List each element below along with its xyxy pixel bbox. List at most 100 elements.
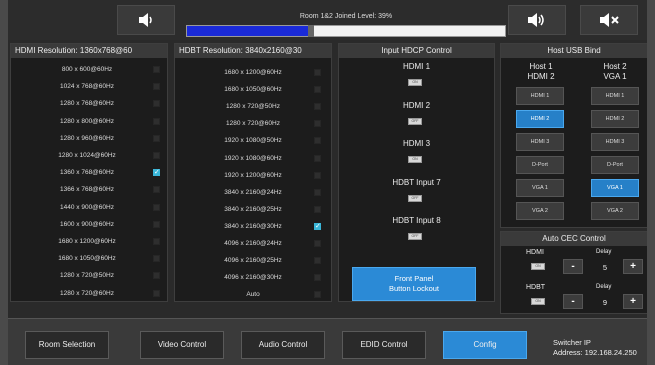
hdmi-resolution-row[interactable]: 1280 x 960@60Hz [11, 130, 167, 147]
hdbt-resolution-checkbox[interactable] [314, 222, 321, 230]
host2-bind-button[interactable]: VGA 2 [591, 202, 639, 220]
hdmi-resolution-row[interactable]: 1600 x 900@60Hz [11, 216, 167, 233]
switcher-ip-info: Switcher IP Address: 192.168.24.250 [553, 338, 637, 358]
hdmi-resolution-checkbox[interactable] [153, 289, 160, 297]
hdmi-resolution-checkbox[interactable] [153, 255, 160, 263]
hdmi-resolution-checkbox[interactable] [153, 134, 160, 142]
hdbt-resolution-checkbox[interactable] [314, 154, 321, 162]
hdbt-resolution-row[interactable]: 4096 x 2160@30Hz [175, 269, 331, 286]
hdmi-resolution-panel: HDMI Resolution: 1360x768@60 800 x 600@6… [10, 43, 168, 302]
hdmi-resolution-row[interactable]: 1280 x 1024@60Hz [11, 147, 167, 164]
host2-header: Host 2 VGA 1 [591, 62, 639, 82]
front-panel-lockout-button[interactable]: Front Panel Button Lockout [352, 267, 476, 301]
hdmi-resolution-checkbox[interactable] [153, 168, 160, 177]
hdmi-resolution-row[interactable]: 1366 x 768@60Hz [11, 181, 167, 198]
nav-config[interactable]: Config [443, 331, 527, 359]
hdbt-resolution-row[interactable]: 4096 x 2160@25Hz [175, 252, 331, 269]
nav-audio-control[interactable]: Audio Control [241, 331, 325, 359]
hdmi-resolution-label: 1680 x 1050@60Hz [58, 255, 116, 263]
nav-edid-control[interactable]: EDID Control [342, 331, 426, 359]
host2-bind-button[interactable]: HDMI 1 [591, 87, 639, 105]
volume-slider-handle[interactable] [308, 25, 315, 37]
hdbt-resolution-row[interactable]: 3840 x 2160@25Hz [175, 201, 331, 218]
cec-hdmi-toggle[interactable]: ON [531, 263, 545, 270]
hdmi-resolution-row[interactable]: 1280 x 768@60Hz [11, 95, 167, 112]
host1-bind-button[interactable]: HDMI 3 [516, 133, 564, 151]
host1-bind-button[interactable]: D-Port [516, 156, 564, 174]
hdmi-resolution-checkbox[interactable] [153, 238, 160, 245]
hdmi-resolution-checkbox[interactable] [153, 272, 160, 280]
host1-bind-button[interactable]: HDMI 1 [516, 87, 564, 105]
hdbt-resolution-row[interactable]: 1920 x 1080@50Hz [175, 132, 331, 149]
volume-slider[interactable] [186, 25, 506, 37]
cec-hdbt-toggle[interactable]: ON [531, 298, 545, 305]
hdmi-resolution-row[interactable]: 1680 x 1200@60Hz [11, 233, 167, 250]
hdmi-resolution-checkbox[interactable] [153, 100, 160, 108]
hdmi-resolution-row[interactable]: 1360 x 768@60Hz [11, 164, 167, 181]
hdbt-resolution-checkbox[interactable] [314, 240, 321, 247]
nav-room-selection[interactable]: Room Selection [25, 331, 109, 359]
hdmi-resolution-row[interactable]: 1280 x 800@60Hz [11, 113, 167, 130]
volume-up-button[interactable] [508, 5, 566, 35]
hdmi-resolution-row[interactable]: 1680 x 1050@60Hz [11, 250, 167, 267]
hdbt-resolution-label: 3840 x 2160@30Hz [224, 222, 282, 230]
nav-video-control[interactable]: Video Control [140, 331, 224, 359]
host1-bind-button[interactable]: VGA 2 [516, 202, 564, 220]
hdbt-resolution-checkbox[interactable] [314, 291, 321, 299]
hdmi-resolution-checkbox[interactable] [153, 186, 160, 194]
hdcp-toggle-button[interactable]: OFF [408, 194, 422, 202]
hdmi-resolution-row[interactable]: 1024 x 768@60Hz [11, 78, 167, 95]
hdbt-resolution-checkbox[interactable] [314, 137, 321, 145]
hdbt-resolution-checkbox[interactable] [314, 188, 321, 196]
hdmi-resolution-checkbox[interactable] [153, 83, 160, 91]
hdbt-resolution-row[interactable]: 1920 x 1080@60Hz [175, 150, 331, 167]
hdbt-resolution-checkbox[interactable] [314, 274, 321, 282]
hdmi-resolution-row[interactable]: 800 x 600@60Hz [11, 61, 167, 78]
hdbt-resolution-checkbox[interactable] [314, 69, 321, 76]
hdbt-resolution-row[interactable]: 3840 x 2160@30Hz [175, 218, 331, 235]
cec-hdmi-plus-button[interactable]: + [623, 259, 643, 274]
hdbt-resolution-row[interactable]: 4096 x 2160@24Hz [175, 235, 331, 252]
hdbt-resolution-checkbox[interactable] [314, 205, 321, 213]
hdbt-resolution-checkbox[interactable] [314, 120, 321, 128]
hdbt-resolution-row[interactable]: 3840 x 2160@24Hz [175, 184, 331, 201]
volume-down-button[interactable] [117, 5, 175, 35]
cec-control-panel: Auto CEC Control HDMI Delay ON - 5 + HDB… [500, 231, 648, 314]
hdmi-resolution-row[interactable]: 1280 x 720@60Hz [11, 285, 167, 302]
host2-bind-button[interactable]: HDMI 2 [591, 110, 639, 128]
hdbt-resolution-row[interactable]: 1280 x 720@50Hz [175, 98, 331, 115]
host2-bind-button[interactable]: HDMI 3 [591, 133, 639, 151]
hdmi-resolution-row[interactable]: 1440 x 900@60Hz [11, 199, 167, 216]
hdcp-toggle-button[interactable]: OFF [408, 233, 422, 240]
hdbt-resolution-row[interactable]: 1920 x 1200@60Hz [175, 167, 331, 184]
hdbt-resolution-row[interactable]: 1680 x 1050@60Hz [175, 81, 331, 98]
hdmi-resolution-checkbox[interactable] [153, 203, 160, 211]
hdbt-resolution-row[interactable]: 1280 x 720@60Hz [175, 115, 331, 132]
hdmi-resolution-checkbox[interactable] [153, 152, 160, 159]
hdbt-resolution-row[interactable]: 1680 x 1200@60Hz [175, 64, 331, 81]
cec-hdbt-minus-button[interactable]: - [563, 294, 583, 309]
host1-bind-button[interactable]: HDMI 2 [516, 110, 564, 128]
hdbt-resolution-checkbox[interactable] [314, 86, 321, 94]
hdbt-resolution-row[interactable]: Auto [175, 286, 331, 303]
hdcp-toggle-button[interactable]: OFF [408, 117, 422, 125]
host2-bind-button[interactable]: D-Port [591, 156, 639, 174]
hdbt-resolution-checkbox[interactable] [314, 257, 321, 265]
hdmi-resolution-row[interactable]: 1280 x 720@50Hz [11, 267, 167, 284]
host2-bind-button[interactable]: VGA 1 [591, 179, 639, 197]
hdmi-resolution-checkbox[interactable] [153, 66, 160, 73]
host1-bind-button[interactable]: VGA 1 [516, 179, 564, 197]
volume-down-icon [139, 13, 152, 27]
hdmi-resolution-label: 1440 x 900@60Hz [60, 203, 114, 211]
cec-hdbt-delay-label: Delay [596, 284, 612, 290]
cec-hdmi-minus-button[interactable]: - [563, 259, 583, 274]
mute-button[interactable] [580, 5, 638, 35]
hdbt-resolution-checkbox[interactable] [314, 103, 321, 111]
hdbt-resolution-checkbox[interactable] [314, 171, 321, 179]
cec-hdbt-plus-button[interactable]: + [623, 294, 643, 309]
switcher-ip-line1: Switcher IP [553, 338, 591, 347]
hdmi-resolution-checkbox[interactable] [153, 117, 160, 125]
hdcp-toggle-button[interactable]: ON [408, 79, 422, 86]
hdmi-resolution-checkbox[interactable] [153, 220, 160, 228]
hdcp-toggle-button[interactable]: ON [408, 156, 422, 163]
